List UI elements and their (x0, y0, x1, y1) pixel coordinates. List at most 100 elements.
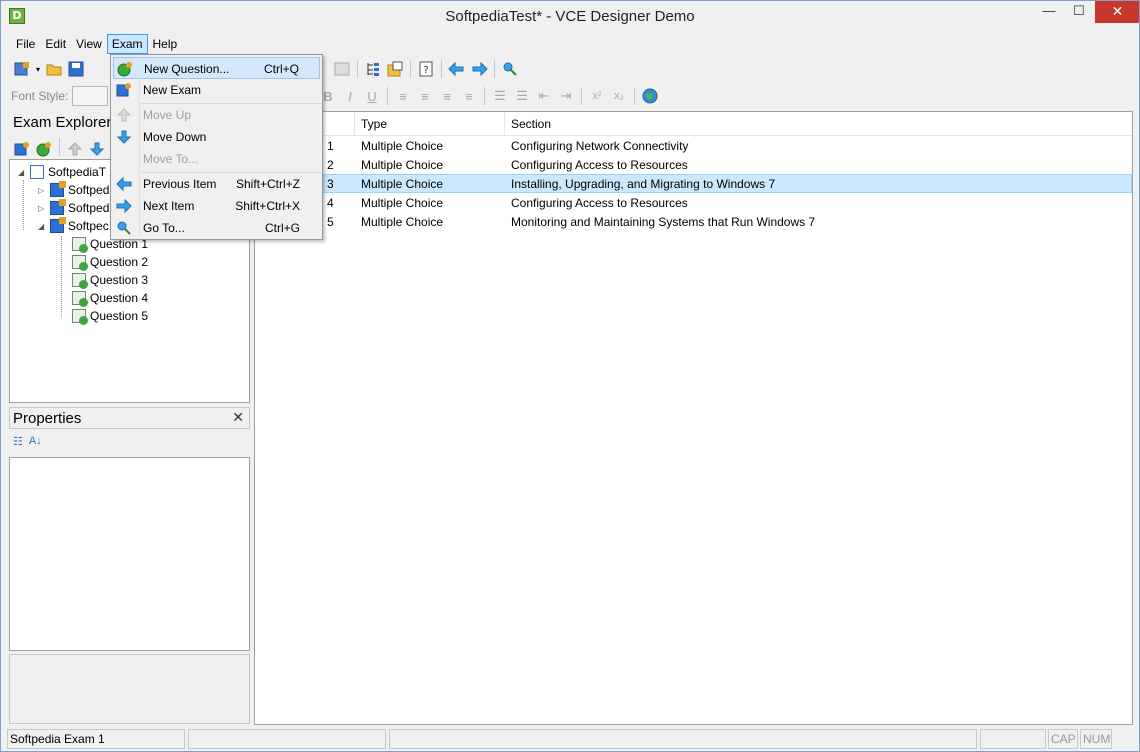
column-type[interactable]: Type (361, 117, 387, 131)
open-folder-icon[interactable] (43, 58, 65, 80)
superscript-button[interactable]: x² (586, 85, 608, 107)
indent-icon[interactable]: ⇥ (555, 85, 577, 107)
table-row[interactable]: 5 Multiple Choice Monitoring and Maintai… (255, 212, 1132, 231)
dropdown-arrow-icon[interactable]: ▾ (33, 58, 43, 80)
numbered-list-icon[interactable]: ☰ (489, 85, 511, 107)
cell-name: 3 (327, 177, 334, 191)
expand-arrow-icon[interactable]: ▷ (38, 186, 48, 195)
align-right-icon[interactable]: ≡ (436, 85, 458, 107)
menu-view[interactable]: View (71, 34, 107, 54)
tree-view-icon[interactable] (362, 58, 384, 80)
font-style-combo[interactable] (72, 86, 109, 106)
collapse-arrow-icon[interactable]: ◢ (18, 168, 28, 177)
menu-item-shortcut: Ctrl+G (264, 221, 300, 235)
menu-move-to[interactable]: Move To... (113, 148, 320, 170)
question-list[interactable]: Type Section 1 Multiple Choice Configuri… (254, 111, 1133, 725)
properties-close-icon[interactable]: ✕ (232, 409, 244, 426)
goto-icon (116, 220, 132, 236)
menu-help[interactable]: Help (148, 34, 183, 54)
table-row[interactable]: 1 Multiple Choice Configuring Network Co… (255, 136, 1132, 155)
list-header: Type Section (255, 112, 1132, 136)
tree-exam-3[interactable]: ◢ Softpec (38, 217, 109, 235)
exam-explorer-title: Exam Explorer (13, 114, 112, 131)
column-section[interactable]: Section (511, 117, 551, 131)
next-item-icon[interactable] (468, 58, 490, 80)
previous-item-icon (116, 176, 132, 192)
menu-new-question[interactable]: New Question... Ctrl+Q (113, 57, 320, 79)
justify-icon[interactable]: ≡ (458, 85, 480, 107)
exam-icon (50, 181, 66, 197)
align-left-icon[interactable]: ≡ (392, 85, 414, 107)
column-separator[interactable] (504, 112, 505, 136)
tree-question-label: Question 3 (90, 273, 149, 287)
status-bar: Softpedia Exam 1 CAP NUM (1, 727, 1139, 751)
cell-type: Multiple Choice (361, 215, 444, 229)
tree-question-4[interactable]: Question 4 (72, 289, 148, 307)
table-row-selected[interactable]: 3 Multiple Choice Installing, Upgrading,… (255, 174, 1132, 193)
underline-button[interactable]: U (361, 85, 383, 107)
move-down-icon[interactable] (86, 138, 108, 160)
tree-question-label: Question 2 (90, 255, 149, 269)
expand-arrow-icon[interactable]: ▷ (38, 204, 48, 213)
property-grid[interactable] (9, 457, 250, 651)
goto-icon[interactable] (499, 58, 521, 80)
previous-item-icon[interactable] (446, 58, 468, 80)
maximize-button[interactable]: ☐ (1067, 1, 1091, 23)
status-pane (389, 729, 977, 749)
status-current-exam: Softpedia Exam 1 (7, 729, 185, 749)
toolbar-separator (581, 87, 582, 105)
bullet-list-icon[interactable]: ☰ (511, 85, 533, 107)
menu-next-item[interactable]: Next Item Shift+Ctrl+X (113, 195, 320, 217)
property-description (9, 654, 250, 724)
table-row[interactable]: 4 Multiple Choice Configuring Access to … (255, 193, 1132, 212)
move-up-icon[interactable] (64, 138, 86, 160)
menu-go-to[interactable]: Go To... Ctrl+G (113, 217, 320, 239)
menu-item-label: Move Down (143, 130, 207, 144)
toolbar-separator (484, 87, 485, 105)
align-center-icon[interactable]: ≡ (414, 85, 436, 107)
close-button[interactable]: ✕ (1095, 1, 1139, 23)
menu-bar: File Edit View Exam Help (11, 34, 182, 54)
tree-exam-1[interactable]: ▷ Softped (38, 181, 109, 199)
menu-file[interactable]: File (11, 34, 40, 54)
new-exam-icon[interactable] (11, 138, 33, 160)
minimize-button[interactable]: — (1037, 1, 1061, 23)
menu-edit[interactable]: Edit (40, 34, 71, 54)
cell-section: Monitoring and Maintaining Systems that … (511, 215, 816, 229)
italic-button[interactable]: I (339, 85, 361, 107)
menu-new-exam[interactable]: New Exam (113, 79, 320, 101)
web-globe-icon[interactable] (639, 85, 661, 107)
tree-exam-label: Softpec (68, 219, 109, 233)
table-row[interactable]: 2 Multiple Choice Configuring Access to … (255, 155, 1132, 174)
outdent-icon[interactable]: ⇤ (533, 85, 555, 107)
help-icon[interactable]: ? (415, 58, 437, 80)
menu-exam[interactable]: Exam (106, 34, 148, 54)
menu-item-label: New Question... (144, 62, 230, 76)
menu-item-shortcut: Ctrl+Q (263, 62, 299, 76)
question-icon (72, 255, 88, 271)
tree-question-label: Question 4 (90, 291, 149, 305)
column-separator[interactable] (354, 112, 355, 136)
cell-type: Multiple Choice (361, 177, 444, 191)
collapse-arrow-icon[interactable]: ◢ (38, 222, 48, 231)
menu-move-down[interactable]: Move Down (113, 126, 320, 148)
tree-question-2[interactable]: Question 2 (72, 253, 148, 271)
properties-icon[interactable] (384, 58, 406, 80)
new-question-icon (117, 61, 133, 77)
menu-move-up[interactable]: Move Up (113, 104, 320, 126)
tree-root-label: SoftpediaT (48, 165, 107, 179)
svg-text:?: ? (423, 65, 428, 76)
tree-question-3[interactable]: Question 3 (72, 271, 148, 289)
categorized-icon[interactable]: ☷ (13, 435, 23, 448)
new-document-icon[interactable] (11, 58, 33, 80)
alphabetical-sort-icon[interactable]: A↓ (29, 435, 42, 448)
tree-exam-2[interactable]: ▷ Softped (38, 199, 109, 217)
tree-question-label: Question 5 (90, 309, 149, 323)
new-question-icon[interactable] (33, 138, 55, 160)
tree-question-5[interactable]: Question 5 (72, 307, 148, 325)
menu-previous-item[interactable]: Previous Item Shift+Ctrl+Z (113, 173, 320, 195)
subscript-button[interactable]: x₂ (608, 85, 630, 107)
cell-name: 5 (327, 215, 334, 229)
tree-root[interactable]: ◢ SoftpediaT (18, 163, 106, 181)
save-icon[interactable] (65, 58, 87, 80)
